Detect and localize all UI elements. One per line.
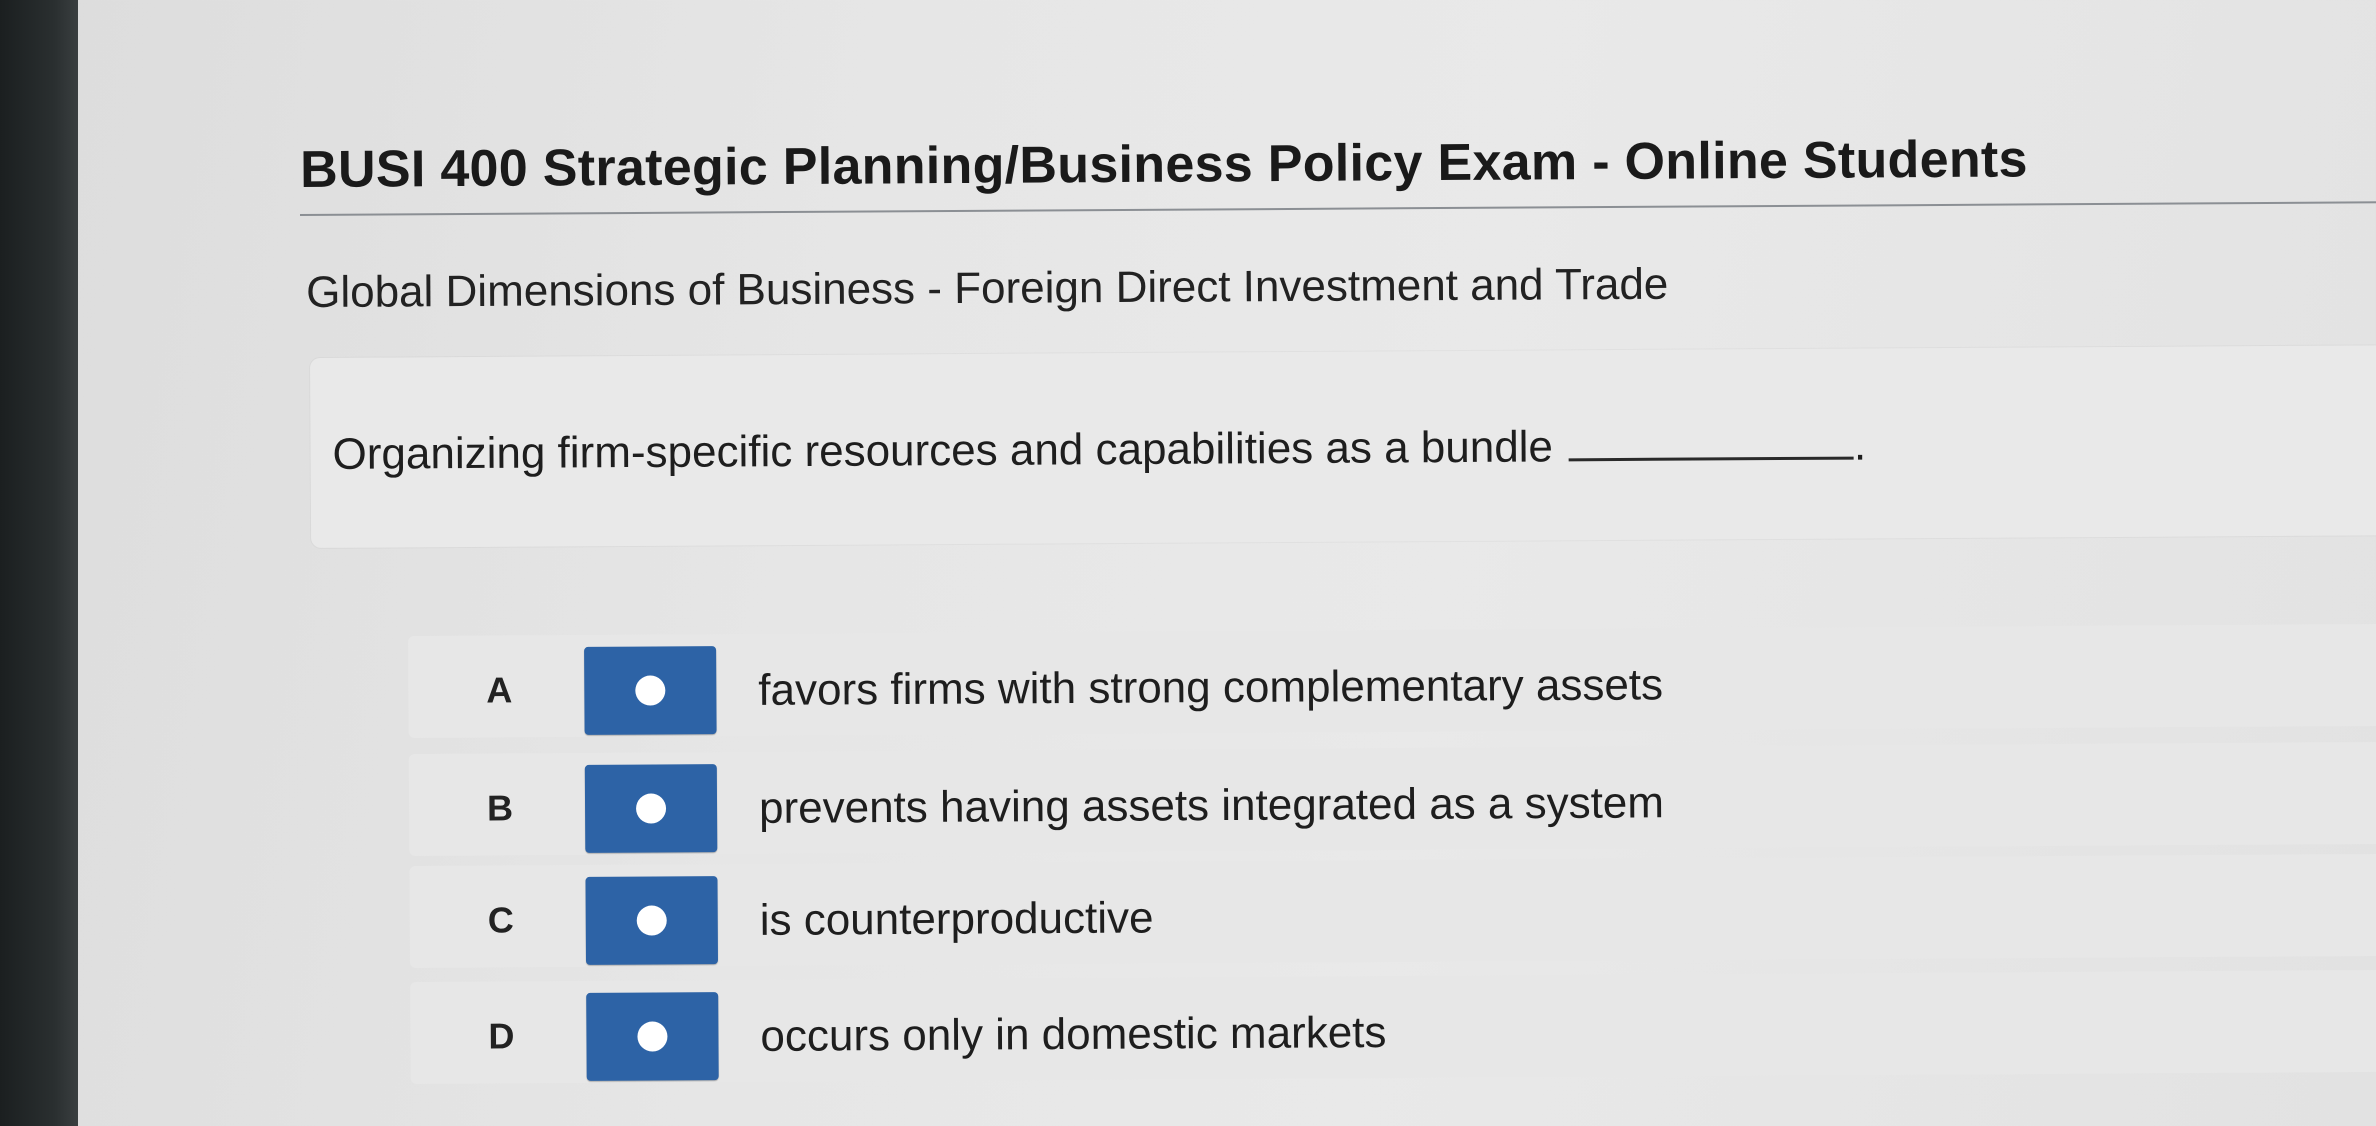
option-text: occurs only in domestic markets: [760, 1008, 1387, 1061]
option-letter: D: [488, 1015, 515, 1057]
option-letter: C: [487, 899, 514, 941]
option-d[interactable]: D occurs only in domestic markets: [410, 969, 2376, 1084]
option-c-radio-button[interactable]: [585, 876, 719, 965]
question-prompt-box: Organizing firm-specific resources and c…: [310, 345, 2376, 548]
radio-dot-icon: [635, 675, 666, 706]
fill-in-blank: [1568, 422, 1855, 462]
answer-options: A favors firms with strong complementary…: [408, 623, 2376, 1084]
exam-title: BUSI 400 Strategic Planning/Business Pol…: [300, 130, 2028, 199]
radio-dot-icon: [637, 1021, 668, 1052]
title-divider: [300, 201, 2376, 216]
question-topic: Global Dimensions of Business - Foreign …: [306, 259, 1669, 317]
option-b-radio-button[interactable]: [584, 764, 718, 853]
question-text: Organizing firm-specific resources and c…: [332, 422, 1554, 479]
option-a[interactable]: A favors firms with strong complementary…: [408, 623, 2376, 738]
option-letter: B: [486, 787, 514, 829]
option-text: is counterproductive: [759, 893, 1154, 945]
option-text: prevents having assets integrated as a s…: [758, 778, 1665, 833]
radio-dot-icon: [635, 793, 667, 824]
question-text-line: Organizing firm-specific resources and c…: [332, 420, 1866, 479]
option-text: favors firms with strong complementary a…: [758, 660, 1664, 715]
option-c[interactable]: C is counterproductive: [409, 853, 2376, 968]
exam-screen: BUSI 400 Strategic Planning/Business Pol…: [78, 0, 2376, 1126]
option-d-radio-button[interactable]: [586, 992, 719, 1081]
radio-dot-icon: [636, 905, 667, 936]
option-b[interactable]: B prevents having assets integrated as a…: [408, 741, 2376, 856]
question-period: .: [1853, 420, 1867, 470]
monitor-bezel: [0, 0, 78, 1126]
option-letter: A: [486, 669, 513, 711]
option-a-radio-button[interactable]: [584, 646, 717, 735]
